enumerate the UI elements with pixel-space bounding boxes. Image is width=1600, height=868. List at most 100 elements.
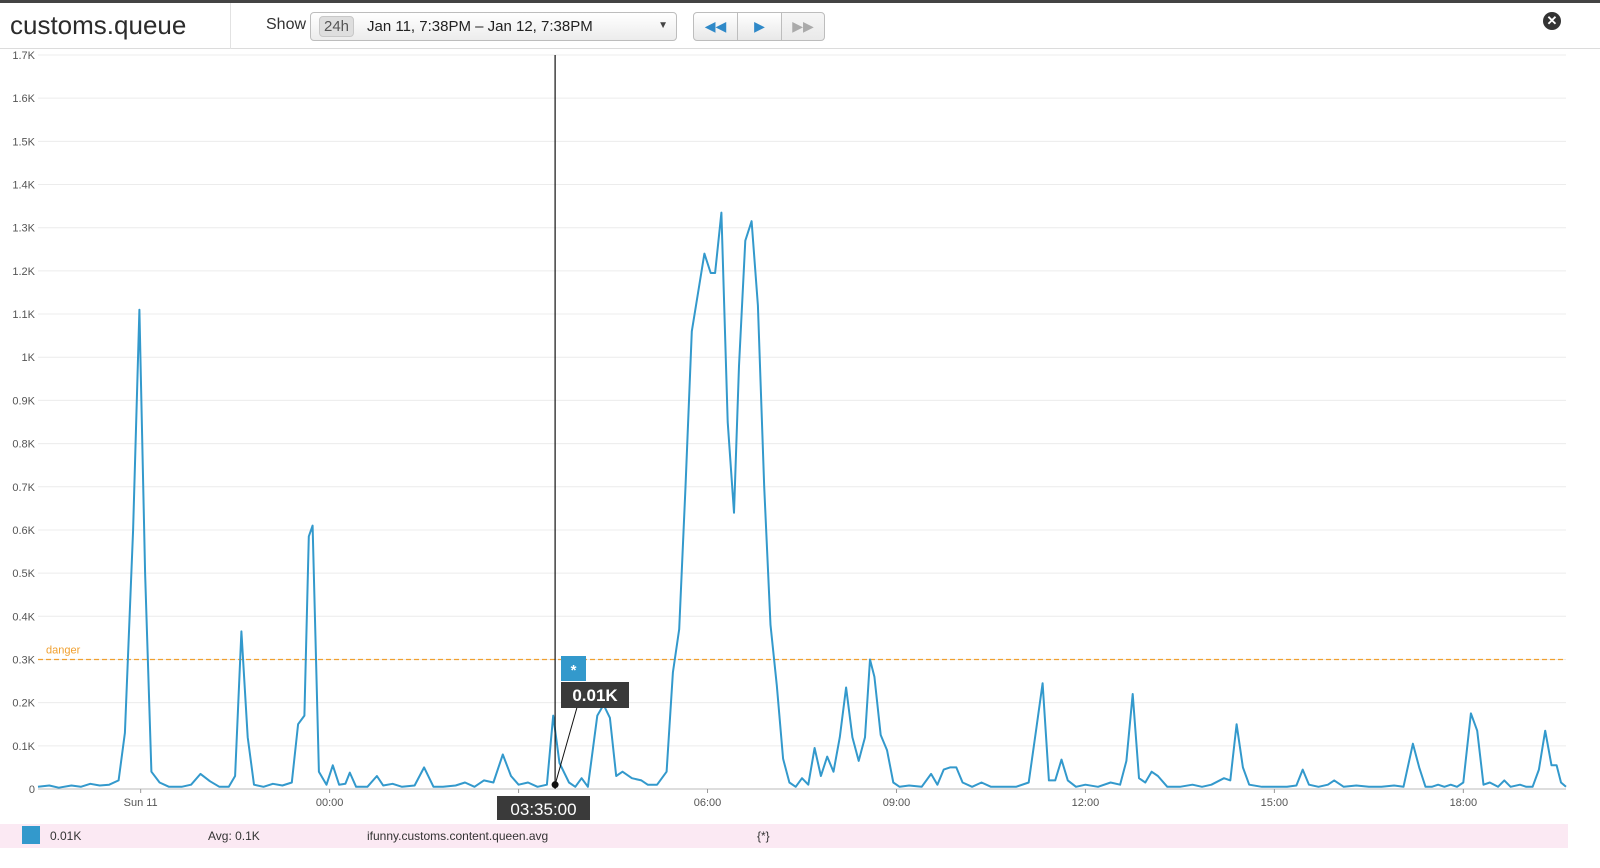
data-point [1327,784,1329,786]
data-point [311,524,313,526]
time-range-select[interactable]: 24h Jan 11, 7:38PM – Jan 12, 7:38PM ▼ [310,12,677,41]
data-point [199,773,201,775]
data-point [886,749,888,751]
data-point [832,771,834,773]
data-point [1248,784,1250,786]
play-button[interactable]: ▶ [737,12,782,41]
data-point [1333,779,1335,781]
data-point [527,781,529,783]
y-tick-label: 1.3K [12,223,35,235]
data-point [720,211,722,213]
series-line [37,211,1567,789]
data-point [980,781,982,783]
data-point [1489,781,1491,783]
data-point [678,628,680,630]
data-point [349,771,351,773]
rewind-icon: ◀◀ [704,18,727,34]
range-duration-badge: 24h [319,16,355,37]
data-point [37,786,39,788]
data-point [656,784,658,786]
data-point [921,786,923,788]
y-tick-label: 1.2K [12,266,35,278]
data-point [536,786,538,788]
data-point [580,777,582,779]
data-point [621,771,623,773]
x-tick-label: 18:00 [1450,797,1478,809]
data-point [1150,771,1152,773]
data-point [1443,786,1445,788]
data-point [1509,786,1511,788]
x-tick-label: 06:00 [694,797,722,809]
data-point [1002,786,1004,788]
data-point [788,781,790,783]
data-point [776,684,778,686]
data-point [744,240,746,242]
data-point [401,786,403,788]
data-point [710,272,712,274]
data-point [769,624,771,626]
legend-bar: 0.01K Avg: 0.1K ifunny.customs.content.q… [0,824,1568,848]
value-tooltip-text: 0.01K [572,686,618,705]
data-point [168,786,170,788]
data-point [733,512,735,514]
data-point [1125,760,1127,762]
data-point [587,786,589,788]
data-point [596,714,598,716]
data-point [1028,781,1030,783]
data-point [1054,779,1056,781]
data-point [180,786,182,788]
data-point [150,771,152,773]
data-point [48,784,50,786]
data-point [413,784,415,786]
data-point [132,529,134,531]
legend-current-value: 0.01K [50,829,82,843]
data-point [297,723,299,725]
data-point [1235,723,1237,725]
y-tick-label: 0.3K [12,654,35,666]
data-point [1041,682,1043,684]
y-tick-label: 1.6K [12,93,35,105]
data-point [949,766,951,768]
data-point [782,758,784,760]
data-point [355,786,357,788]
close-icon[interactable]: ✕ [1543,12,1561,30]
data-point [1470,712,1472,714]
y-tick-label: 0.6K [12,525,35,537]
legend-swatch [22,826,40,844]
line-chart[interactable]: 0 0.1K 0.2K 0.3K 0.4K 0.5K 0.6K 0.7K 0.8K 0.9K 1K 1… [0,50,1600,824]
data-point [1048,779,1050,781]
data-point [1060,758,1062,760]
data-point [338,784,340,786]
data-point [1476,730,1478,732]
data-point [1550,764,1552,766]
data-point [1273,786,1275,788]
data-point [138,309,140,311]
data-point [332,764,334,766]
data-point [483,779,485,781]
data-point [1157,775,1159,777]
data-point [1355,784,1357,786]
y-tick-label: 0.8K [12,439,35,451]
data-point [1035,727,1037,729]
data-point [1462,781,1464,783]
data-point [492,781,494,783]
fast-forward-icon: ▶▶ [792,18,814,34]
data-point [1210,784,1212,786]
data-point [1343,786,1345,788]
data-point [858,760,860,762]
play-icon: ▶ [754,18,765,34]
data-point [1560,781,1562,783]
rewind-button[interactable]: ◀◀ [693,12,738,41]
data-point [1402,786,1404,788]
data-point [144,572,146,574]
data-point [423,766,425,768]
data-point [1519,784,1521,786]
data-point [464,781,466,783]
data-point [892,781,894,783]
data-point [1418,766,1420,768]
data-point [517,784,519,786]
y-tick-label: 0.1K [12,741,35,753]
fast-forward-button[interactable]: ▶▶ [781,12,825,41]
x-tick-label: Sun 11 [124,797,158,809]
legend-metric-name: ifunny.customs.content.queen.avg [367,829,549,843]
